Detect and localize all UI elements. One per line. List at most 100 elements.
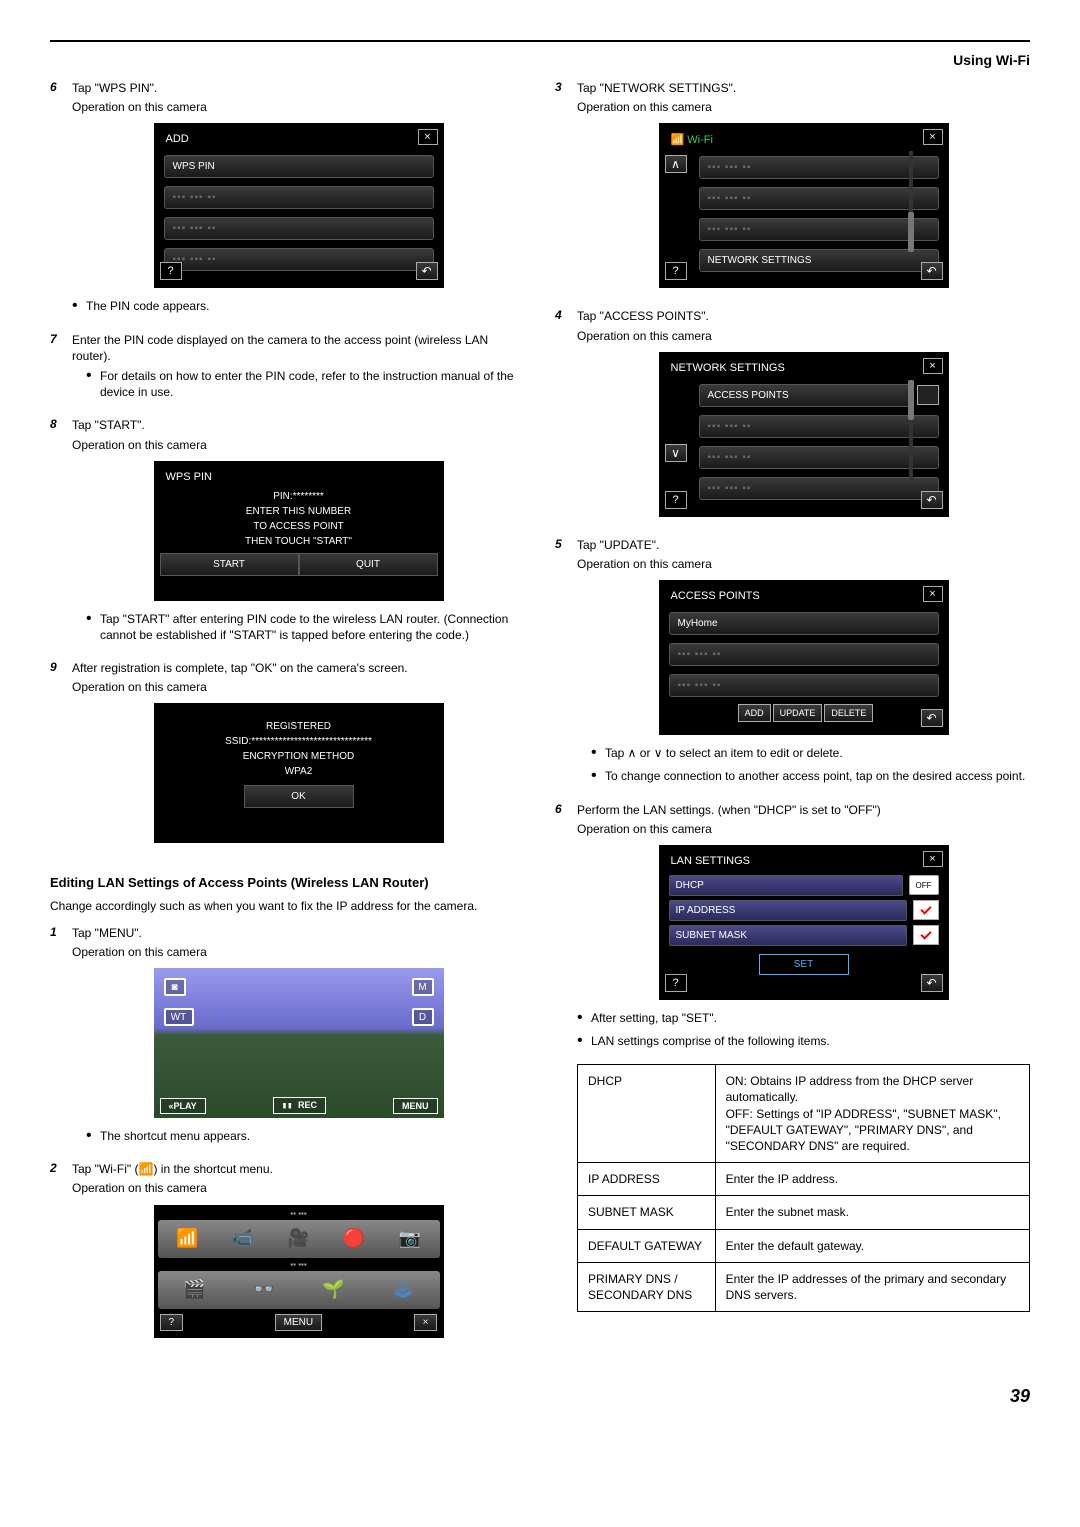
placeholder-row: ▪▪ ▪▪▪	[158, 1260, 440, 1269]
back-icon[interactable]: ↶	[921, 491, 943, 509]
close-icon[interactable]: ×	[923, 851, 943, 867]
bullet-text: To change connection to another access p…	[605, 768, 1025, 784]
menu-button[interactable]: MENU	[393, 1098, 438, 1114]
step-text: After registration is complete, tap "OK"…	[72, 660, 525, 676]
menu-item-wpspin[interactable]: WPS PIN	[164, 155, 434, 178]
step-number: 8	[50, 417, 72, 650]
shortcut-icon[interactable]: 📷	[394, 1226, 426, 1252]
shortcut-icon[interactable]: 🌱	[317, 1277, 349, 1303]
step-3: 3 Tap "NETWORK SETTINGS". Operation on t…	[555, 80, 1030, 298]
pin-display: PIN:********	[160, 489, 438, 504]
close-icon[interactable]: ×	[414, 1314, 438, 1331]
shortcut-icon[interactable]: 🎬	[178, 1277, 210, 1303]
page: Using Wi-Fi 6 Tap "WPS PIN". Operation o…	[50, 40, 1030, 1356]
rec-button[interactable]: ▮▮ REC	[273, 1097, 326, 1114]
step-text: Tap "MENU".	[72, 925, 525, 941]
step-text: Perform the LAN settings. (when "DHCP" i…	[577, 802, 1030, 818]
intro-text: Change accordingly such as when you want…	[50, 898, 525, 914]
ip-address-item[interactable]: IP ADDRESS	[669, 900, 907, 921]
text: ENCRYPTION METHOD	[160, 749, 438, 764]
step-number: 9	[50, 660, 72, 853]
mode-d-button[interactable]: D	[412, 1008, 434, 1026]
shortcut-icon[interactable]: 📹	[227, 1226, 259, 1252]
access-point-item[interactable]: MyHome	[669, 612, 939, 635]
back-icon[interactable]: ↶	[921, 709, 943, 727]
screen-title: WPS PIN	[160, 467, 438, 489]
close-icon[interactable]: ×	[418, 129, 438, 145]
help-icon[interactable]: ?	[160, 262, 182, 280]
text: TO ACCESS POINT	[160, 519, 438, 534]
add-button[interactable]: ADD	[738, 704, 771, 722]
step-number: 5	[555, 537, 577, 792]
bullet-icon	[591, 745, 605, 764]
ok-button[interactable]: OK	[244, 785, 354, 808]
set-button[interactable]: SET	[759, 954, 849, 975]
screen-add: × ADD WPS PIN ▪▪▪ ▪▪▪ ▪▪ ▪▪▪ ▪▪▪ ▪▪ ▪▪▪ …	[154, 123, 444, 288]
scrollbar[interactable]	[909, 380, 913, 481]
back-icon[interactable]: ↶	[921, 262, 943, 280]
screen-lan-settings: × LAN SETTINGS DHCPOFF IP ADDRESS SUBNET…	[659, 845, 949, 1000]
play-button[interactable]: «PLAY	[160, 1098, 206, 1114]
close-icon[interactable]: ×	[923, 358, 943, 374]
table-cell: IP ADDRESS	[578, 1163, 716, 1196]
quit-button[interactable]: QUIT	[299, 553, 438, 576]
wt-button[interactable]: WT	[164, 1008, 194, 1026]
menu-button[interactable]: MENU	[275, 1314, 322, 1331]
step-5: 5 Tap "UPDATE". Operation on this camera…	[555, 537, 1030, 792]
menu-item-placeholder: ▪▪▪ ▪▪▪ ▪▪	[669, 674, 939, 697]
dhcp-item[interactable]: DHCP	[669, 875, 903, 896]
subnet-mask-item[interactable]: SUBNET MASK	[669, 925, 907, 946]
shortcut-icon[interactable]: 🎥	[282, 1226, 314, 1252]
shortcut-icon[interactable]: 👓	[248, 1277, 280, 1303]
screen-network-settings: × NETWORK SETTINGS ACCESS POINTS ▪▪▪ ▪▪▪…	[659, 352, 949, 517]
wifi-icon[interactable]: 📶	[171, 1226, 203, 1252]
help-icon[interactable]: ?	[665, 974, 687, 992]
menu-item-access-points[interactable]: ACCESS POINTS	[699, 384, 913, 407]
menu-item-placeholder: ▪▪▪ ▪▪▪ ▪▪	[164, 217, 434, 240]
back-icon[interactable]: ↶	[416, 262, 438, 280]
shortcut-icon[interactable]: 🔴	[338, 1226, 370, 1252]
up-icon[interactable]: ∧	[665, 155, 687, 173]
help-icon[interactable]: ?	[665, 491, 687, 509]
help-icon[interactable]: ?	[665, 262, 687, 280]
step-4: 4 Tap "ACCESS POINTS". Operation on this…	[555, 308, 1030, 526]
screen-wifi: × 📶 Wi-Fi ∧ ▪▪▪ ▪▪▪ ▪▪ ▪▪▪ ▪▪▪ ▪▪ ▪▪▪ ▪▪…	[659, 123, 949, 288]
bullet-text: For details on how to enter the PIN code…	[100, 368, 525, 400]
camera-icon[interactable]: ◙	[164, 978, 186, 996]
update-button[interactable]: UPDATE	[773, 704, 823, 722]
menu-item-placeholder: ▪▪▪ ▪▪▪ ▪▪	[164, 186, 434, 209]
check-icon[interactable]	[913, 925, 939, 945]
delete-button[interactable]: DELETE	[824, 704, 873, 722]
close-icon[interactable]: ×	[923, 586, 943, 602]
help-icon[interactable]: ?	[160, 1314, 184, 1331]
wifi-icon: 📶	[139, 1162, 154, 1176]
step-text: Tap "WPS PIN".	[72, 80, 525, 96]
scrollbar[interactable]	[909, 151, 913, 252]
bullet-icon	[72, 298, 86, 317]
menu-item-network-settings[interactable]: NETWORK SETTINGS	[699, 249, 939, 272]
close-icon[interactable]: ×	[923, 129, 943, 145]
shortcut-icon[interactable]: 🕹	[387, 1277, 419, 1303]
bullet-text: The shortcut menu appears.	[100, 1128, 250, 1144]
dhcp-value[interactable]: OFF	[909, 875, 939, 895]
shortcut-row: 🎬 👓 🌱 🕹	[158, 1271, 440, 1309]
back-icon[interactable]: ↶	[921, 974, 943, 992]
screen-title: ADD	[160, 129, 438, 151]
bullet-text: After setting, tap "SET".	[591, 1010, 717, 1026]
step-7: 7 Enter the PIN code displayed on the ca…	[50, 332, 525, 408]
step-9: 9 After registration is complete, tap "O…	[50, 660, 525, 853]
right-column: 3 Tap "NETWORK SETTINGS". Operation on t…	[555, 80, 1030, 1356]
step-1: 1 Tap "MENU". Operation on this camera ◙…	[50, 925, 525, 1152]
table-row: DEFAULT GATEWAYEnter the default gateway…	[578, 1229, 1030, 1262]
checkbox-icon[interactable]	[917, 385, 939, 405]
operation-note: Operation on this camera	[72, 944, 525, 960]
screen-wpspin: WPS PIN PIN:******** ENTER THIS NUMBER T…	[154, 461, 444, 601]
table-cell: Enter the default gateway.	[715, 1229, 1029, 1262]
start-button[interactable]: START	[160, 553, 299, 576]
text: WPA2	[160, 764, 438, 779]
table-cell: DHCP	[578, 1065, 716, 1163]
down-icon[interactable]: ∨	[665, 444, 687, 462]
check-icon[interactable]	[913, 900, 939, 920]
mode-m-button[interactable]: M	[412, 978, 434, 996]
shortcut-menu: ▪▪ ▪▪▪ 📶 📹 🎥 🔴 📷 ▪▪ ▪▪▪ 🎬 👓 🌱	[154, 1205, 444, 1338]
